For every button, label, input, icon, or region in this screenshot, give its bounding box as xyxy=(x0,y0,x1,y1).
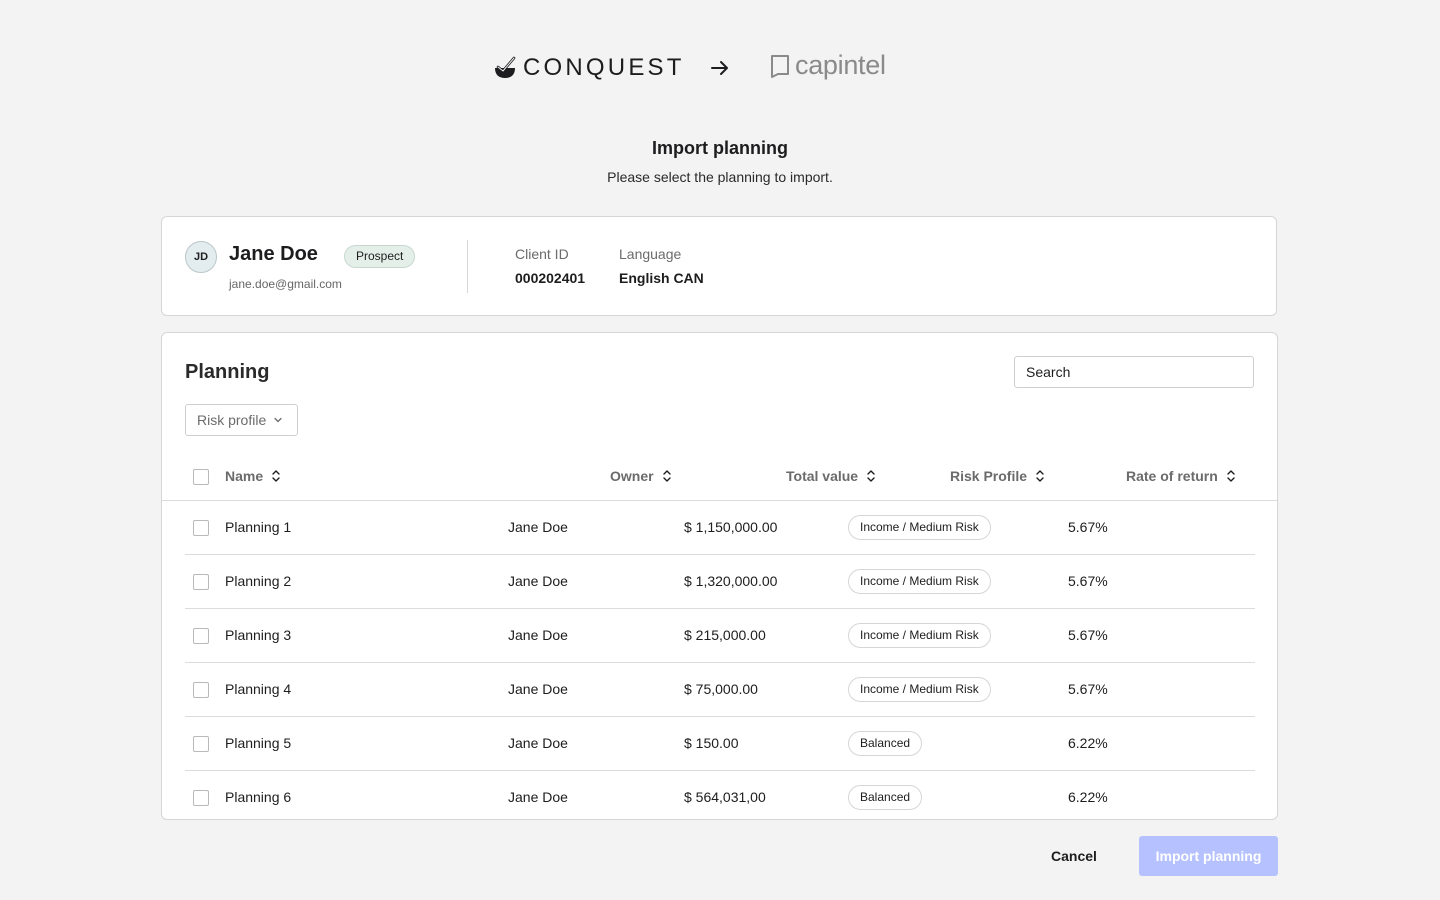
divider xyxy=(467,240,468,293)
column-header-owner[interactable]: Owner xyxy=(610,468,672,484)
column-header-rate-of-return[interactable]: Rate of return xyxy=(1126,468,1236,484)
conquest-logo: CONQUEST xyxy=(492,54,685,82)
table-row[interactable]: Planning 5 Jane Doe $ 150.00 Balanced 6.… xyxy=(185,717,1255,771)
page-title: Import planning xyxy=(652,138,788,158)
row-total-value: $ 150.00 xyxy=(684,735,739,751)
page-subtitle: Please select the planning to import. xyxy=(607,169,833,185)
client-card: JD Jane Doe Prospect jane.doe@gmail.com … xyxy=(161,216,1277,316)
row-rate: 6.22% xyxy=(1068,735,1108,751)
row-checkbox[interactable] xyxy=(193,682,209,698)
risk-profile-filter-label: Risk profile xyxy=(197,412,267,428)
row-name: Planning 2 xyxy=(225,573,292,589)
row-owner: Jane Doe xyxy=(508,735,568,751)
row-name: Planning 3 xyxy=(225,627,292,643)
risk-badge: Income / Medium Risk xyxy=(848,569,991,594)
conquest-logo-text: CONQUEST xyxy=(523,54,685,81)
sort-icon xyxy=(272,470,280,482)
column-header-name-label: Name xyxy=(225,468,264,484)
table-row[interactable]: Planning 2 Jane Doe $ 1,320,000.00 Incom… xyxy=(185,555,1255,609)
row-name: Planning 6 xyxy=(225,789,292,805)
row-owner: Jane Doe xyxy=(508,627,568,643)
client-id-value: 000202401 xyxy=(515,270,586,286)
row-checkbox[interactable] xyxy=(193,520,209,536)
row-checkbox[interactable] xyxy=(193,736,209,752)
row-rate: 5.67% xyxy=(1068,573,1108,589)
table-header: Name Owner Total value Risk Profile Rate… xyxy=(162,456,1277,501)
row-owner: Jane Doe xyxy=(508,789,568,805)
capintel-logo: capintel xyxy=(769,50,886,81)
planning-card: Planning Risk profile Name Owner Total v… xyxy=(161,332,1278,820)
table-row[interactable]: Planning 4 Jane Doe $ 75,000.00 Income /… xyxy=(185,663,1255,717)
import-planning-button[interactable]: Import planning xyxy=(1139,836,1278,876)
risk-badge: Income / Medium Risk xyxy=(848,515,991,540)
client-name: Jane Doe xyxy=(229,243,318,265)
column-header-risk-profile[interactable]: Risk Profile xyxy=(950,468,1045,484)
table-row[interactable]: Planning 3 Jane Doe $ 215,000.00 Income … xyxy=(185,609,1255,663)
column-header-rate-of-return-label: Rate of return xyxy=(1126,468,1218,484)
conquest-mark-icon xyxy=(495,56,516,78)
row-total-value: $ 564,031,00 xyxy=(684,789,766,805)
row-total-value: $ 75,000.00 xyxy=(684,681,758,697)
row-checkbox[interactable] xyxy=(193,628,209,644)
sort-icon xyxy=(1227,470,1235,482)
row-name: Planning 5 xyxy=(225,735,292,751)
row-rate: 6.22% xyxy=(1068,789,1108,805)
risk-badge: Income / Medium Risk xyxy=(848,623,991,648)
cancel-button[interactable]: Cancel xyxy=(1034,836,1114,876)
risk-badge: Income / Medium Risk xyxy=(848,677,991,702)
risk-profile-filter[interactable]: Risk profile xyxy=(185,404,298,436)
logo-header: CONQUEST capintel xyxy=(0,50,1440,86)
column-header-total-value-label: Total value xyxy=(786,468,859,484)
column-header-name[interactable]: Name xyxy=(225,468,281,484)
row-checkbox[interactable] xyxy=(193,790,209,806)
table-row[interactable]: Planning 1 Jane Doe $ 1,150,000.00 Incom… xyxy=(185,501,1255,555)
row-total-value: $ 1,320,000.00 xyxy=(684,573,778,589)
chevron-down-icon xyxy=(274,417,282,423)
row-rate: 5.67% xyxy=(1068,681,1108,697)
avatar: JD xyxy=(185,241,217,273)
status-badge: Prospect xyxy=(344,245,416,268)
table-row[interactable]: Planning 6 Jane Doe $ 564,031,00 Balance… xyxy=(185,771,1255,819)
row-name: Planning 1 xyxy=(225,519,292,535)
row-owner: Jane Doe xyxy=(508,519,568,535)
row-rate: 5.67% xyxy=(1068,627,1108,643)
search-input[interactable] xyxy=(1014,356,1254,388)
sort-icon xyxy=(662,470,671,482)
column-header-total-value[interactable]: Total value xyxy=(786,468,876,484)
column-header-owner-label: Owner xyxy=(610,468,654,484)
capintel-logo-text: capintel xyxy=(795,50,886,80)
language-label: Language xyxy=(619,246,682,262)
row-total-value: $ 215,000.00 xyxy=(684,627,766,643)
client-id-label: Client ID xyxy=(515,246,569,262)
language-value: English CAN xyxy=(619,270,704,286)
arrow-right-icon xyxy=(711,61,728,75)
row-name: Planning 4 xyxy=(225,681,292,697)
client-email: jane.doe@gmail.com xyxy=(229,277,342,291)
row-owner: Jane Doe xyxy=(508,573,568,589)
select-all-checkbox[interactable] xyxy=(193,469,209,485)
sort-icon xyxy=(867,470,875,482)
row-owner: Jane Doe xyxy=(508,681,568,697)
risk-badge: Balanced xyxy=(848,731,923,756)
row-rate: 5.67% xyxy=(1068,519,1108,535)
capintel-mark-icon xyxy=(771,54,789,78)
risk-badge: Balanced xyxy=(848,785,923,810)
column-header-risk-profile-label: Risk Profile xyxy=(950,468,1028,484)
sort-icon xyxy=(1036,470,1044,482)
planning-heading: Planning xyxy=(185,361,270,383)
row-checkbox[interactable] xyxy=(193,574,209,590)
row-total-value: $ 1,150,000.00 xyxy=(684,519,778,535)
